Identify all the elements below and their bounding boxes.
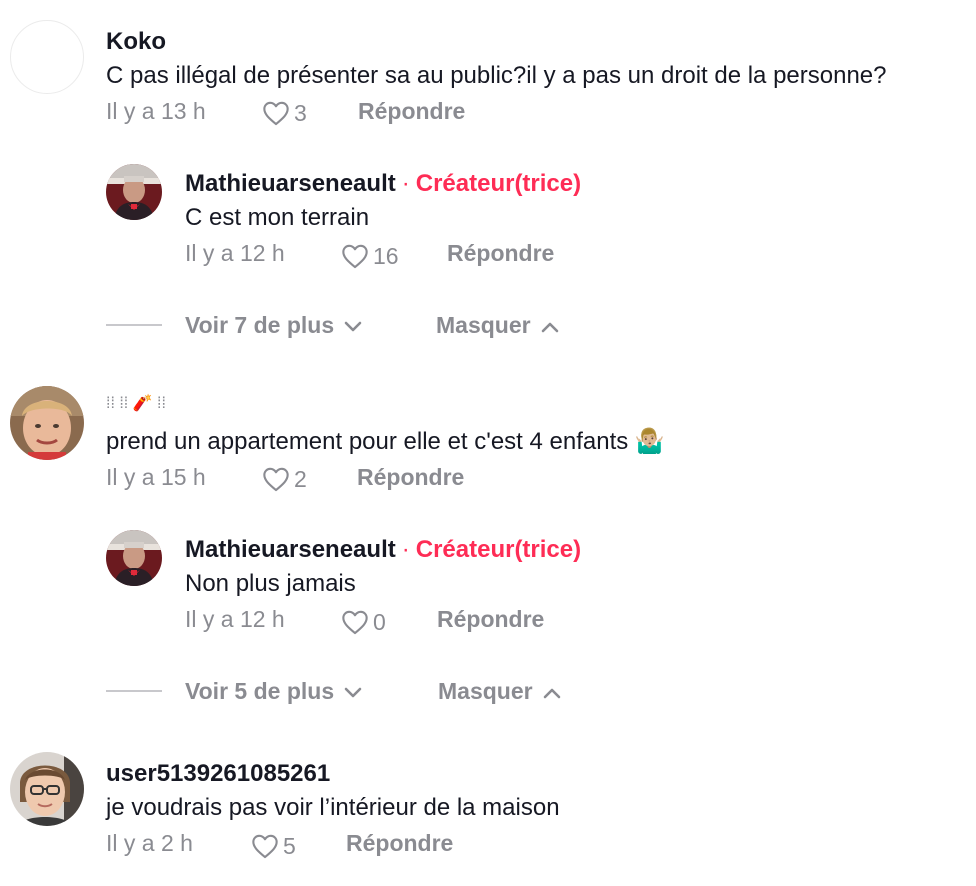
avatar[interactable] [10, 386, 84, 460]
creator-badge: Créateur(trice) [415, 536, 582, 563]
chevron-down-icon [334, 311, 362, 339]
reply-timestamp: Il y a 12 h [185, 606, 285, 632]
view-more-label: Voir 5 de plus [185, 678, 335, 704]
comment-timestamp: Il y a 2 h [106, 830, 193, 856]
chevron-down-icon [334, 677, 362, 705]
like-button[interactable]: 5 [251, 831, 296, 861]
reply-button[interactable]: Répondre [447, 239, 554, 267]
comment-username[interactable]: ⁞⁞ ⁞⁞ 🧨 ⁞⁞ [106, 394, 166, 414]
heart-icon [341, 609, 369, 635]
avatar[interactable] [106, 164, 162, 220]
avatar[interactable] [10, 752, 84, 826]
comment-username[interactable]: user5139261085261 [106, 760, 330, 788]
reply-username-text[interactable]: Mathieuarseneault [185, 536, 396, 563]
reply-username[interactable]: Mathieuarseneault · Créateur(trice) [185, 170, 581, 198]
like-button[interactable]: 3 [262, 98, 307, 128]
hide-replies-button[interactable]: Masquer [436, 311, 559, 339]
comment-timestamp: Il y a 13 h [106, 98, 206, 124]
like-count: 0 [373, 608, 386, 635]
reply-text: Non plus jamais [185, 570, 356, 597]
chevron-up-icon [533, 677, 561, 705]
thread-divider [106, 324, 162, 326]
comment-text: C pas illégal de présenter sa au public?… [106, 62, 887, 89]
reply-text: C est mon terrain [185, 204, 370, 231]
reply-button[interactable]: Répondre [357, 463, 464, 491]
reply-button[interactable]: Répondre [437, 605, 544, 633]
hide-label: Masquer [436, 312, 531, 338]
reply-timestamp: Il y a 12 h [185, 240, 285, 266]
hide-label: Masquer [438, 678, 533, 704]
reply-button[interactable]: Répondre [346, 829, 453, 857]
creator-separator: · [401, 536, 410, 563]
view-more-label: Voir 7 de plus [185, 312, 335, 338]
creator-separator: · [401, 170, 410, 197]
reply-username-text[interactable]: Mathieuarseneault [185, 170, 396, 197]
thread-divider [106, 690, 162, 692]
heart-icon [262, 100, 290, 126]
comment-text: je voudrais pas voir l’intérieur de la m… [106, 794, 560, 821]
view-more-replies-button[interactable]: Voir 7 de plus [185, 311, 362, 339]
avatar[interactable] [10, 20, 84, 94]
like-count: 3 [294, 99, 307, 126]
like-count: 16 [373, 242, 399, 269]
heart-icon [251, 833, 279, 859]
comment-text: prend un appartement pour elle et c'est … [106, 428, 665, 455]
hide-replies-button[interactable]: Masquer [438, 677, 561, 705]
view-more-replies-button[interactable]: Voir 5 de plus [185, 677, 362, 705]
comment-username[interactable]: Koko [106, 28, 166, 56]
like-count: 2 [294, 465, 307, 492]
reply-username[interactable]: Mathieuarseneault · Créateur(trice) [185, 536, 581, 564]
avatar[interactable] [106, 530, 162, 586]
like-button[interactable]: 16 [341, 241, 399, 271]
heart-icon [262, 466, 290, 492]
creator-badge: Créateur(trice) [415, 170, 582, 197]
comment-timestamp: Il y a 15 h [106, 464, 206, 490]
like-count: 5 [283, 832, 296, 859]
like-button[interactable]: 0 [341, 607, 386, 637]
reply-button[interactable]: Répondre [358, 97, 465, 125]
heart-icon [341, 243, 369, 269]
like-button[interactable]: 2 [262, 464, 307, 494]
chevron-up-icon [531, 311, 559, 339]
